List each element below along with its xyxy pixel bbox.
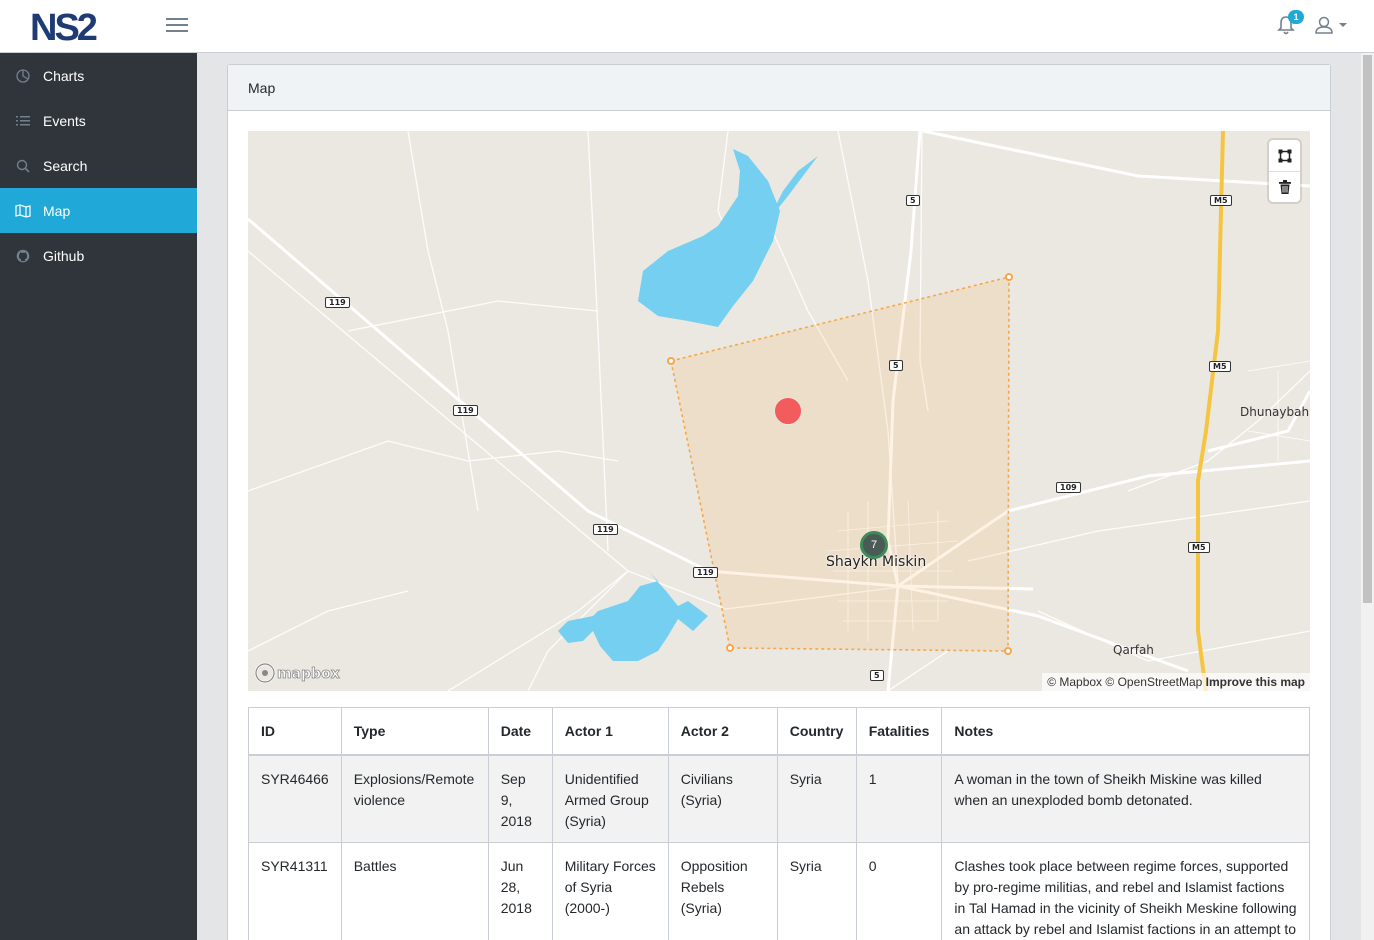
sidebar-item-label: Events xyxy=(43,112,86,129)
user-icon xyxy=(1315,16,1333,34)
table-row[interactable]: SYR41311 Battles Jun 28, 2018 Military F… xyxy=(248,841,1310,940)
cell-date: Jun 28, 2018 xyxy=(487,841,553,940)
column-header-country[interactable]: Country xyxy=(776,707,857,756)
github-icon xyxy=(15,248,31,264)
menu-icon[interactable] xyxy=(166,15,188,35)
cell-type: Battles xyxy=(340,841,489,940)
road-label: 5 xyxy=(870,670,884,681)
sidebar: Charts Events Search Map Github xyxy=(0,53,197,940)
osm-attribution-link[interactable]: © OpenStreetMap xyxy=(1105,675,1202,689)
cell-id: SYR41311 xyxy=(248,841,342,940)
logo-text: NS2 xyxy=(30,8,97,44)
road-label: 5 xyxy=(889,360,903,371)
cell-actor2: Civilians (Syria) xyxy=(667,754,778,843)
column-header-fatalities[interactable]: Fatalities xyxy=(855,707,943,756)
column-header-actor2[interactable]: Actor 2 xyxy=(667,707,778,756)
mapbox-logo[interactable]: mapbox xyxy=(254,661,344,685)
cell-fatalities: 0 xyxy=(855,841,943,940)
sidebar-item-label: Charts xyxy=(43,67,85,84)
road-label: 119 xyxy=(593,524,618,535)
road-label: M5 xyxy=(1210,195,1232,206)
svg-text:mapbox: mapbox xyxy=(277,666,340,682)
column-header-date[interactable]: Date xyxy=(487,707,553,756)
polygon-draw-icon[interactable] xyxy=(1269,140,1300,171)
map-view[interactable]: 5 5 5 M5 M5 M5 119 119 119 119 109 Shayk… xyxy=(248,131,1310,691)
table-header-row: ID Type Date Actor 1 Actor 2 Country Fat… xyxy=(248,707,1310,756)
road-label: 5 xyxy=(906,195,920,206)
sidebar-item-label: Map xyxy=(43,202,71,219)
sidebar-item-search[interactable]: Search xyxy=(0,143,197,188)
card-title: Map xyxy=(248,79,276,96)
sidebar-item-label: Github xyxy=(43,247,85,264)
cell-actor1: Military Forces of Syria (2000-) xyxy=(551,841,669,940)
sidebar-item-events[interactable]: Events xyxy=(0,98,197,143)
notification-badge: 1 xyxy=(1288,10,1304,24)
user-menu[interactable] xyxy=(1314,14,1350,38)
cell-id: SYR46466 xyxy=(248,754,342,843)
cell-country: Syria xyxy=(776,754,857,843)
map-attribution: © Mapbox © OpenStreetMap Improve this ma… xyxy=(1042,673,1310,691)
cell-actor1: Unidentified Armed Group (Syria) xyxy=(551,754,669,843)
event-marker[interactable] xyxy=(774,397,802,425)
cell-notes: Clashes took place between regime forces… xyxy=(941,841,1310,940)
sidebar-item-github[interactable]: Github xyxy=(0,233,197,278)
road-label: 119 xyxy=(453,405,478,416)
mapbox-attribution-link[interactable]: © Mapbox xyxy=(1047,675,1102,689)
cell-date: Sep 9, 2018 xyxy=(487,754,553,843)
caret-down-icon xyxy=(1339,23,1347,27)
trash-icon[interactable] xyxy=(1269,171,1300,202)
events-table: ID Type Date Actor 1 Actor 2 Country Fat… xyxy=(248,707,1310,940)
page-scrollbar[interactable] xyxy=(1361,53,1374,940)
road-label: M5 xyxy=(1209,361,1231,372)
road-label: M5 xyxy=(1188,542,1210,553)
sidebar-item-label: Search xyxy=(43,157,88,174)
cell-actor2: Opposition Rebels (Syria) xyxy=(667,841,778,940)
cell-country: Syria xyxy=(776,841,857,940)
cell-fatalities: 1 xyxy=(855,754,943,843)
search-icon xyxy=(15,158,31,174)
place-label: Qarfah xyxy=(1113,643,1154,657)
draw-controls xyxy=(1269,140,1300,202)
cell-notes: A woman in the town of Sheikh Miskine wa… xyxy=(941,754,1310,843)
road-label: 119 xyxy=(693,567,718,578)
column-header-actor1[interactable]: Actor 1 xyxy=(551,707,669,756)
map-icon xyxy=(15,203,31,219)
column-header-notes[interactable]: Notes xyxy=(941,707,1310,756)
sidebar-item-map[interactable]: Map xyxy=(0,188,197,233)
column-header-type[interactable]: Type xyxy=(340,707,489,756)
place-label: Dhunaybah xyxy=(1240,405,1310,419)
list-icon xyxy=(15,113,31,129)
ns2-logo[interactable]: NS2 xyxy=(30,7,120,49)
card-header: Map xyxy=(228,65,1330,111)
road-label: 109 xyxy=(1056,482,1081,493)
improve-map-link[interactable]: Improve this map xyxy=(1206,675,1305,689)
column-header-id[interactable]: ID xyxy=(248,707,342,756)
sidebar-item-charts[interactable]: Charts xyxy=(0,53,197,98)
table-row[interactable]: SYR46466 Explosions/Remote violence Sep … xyxy=(248,754,1310,843)
cluster-marker[interactable]: 7 xyxy=(860,531,888,559)
pie-chart-icon xyxy=(15,68,31,84)
cell-type: Explosions/Remote violence xyxy=(340,754,489,843)
top-header: NS2 1 xyxy=(0,0,1374,53)
scrollbar-thumb[interactable] xyxy=(1363,55,1372,603)
road-label: 119 xyxy=(325,297,350,308)
